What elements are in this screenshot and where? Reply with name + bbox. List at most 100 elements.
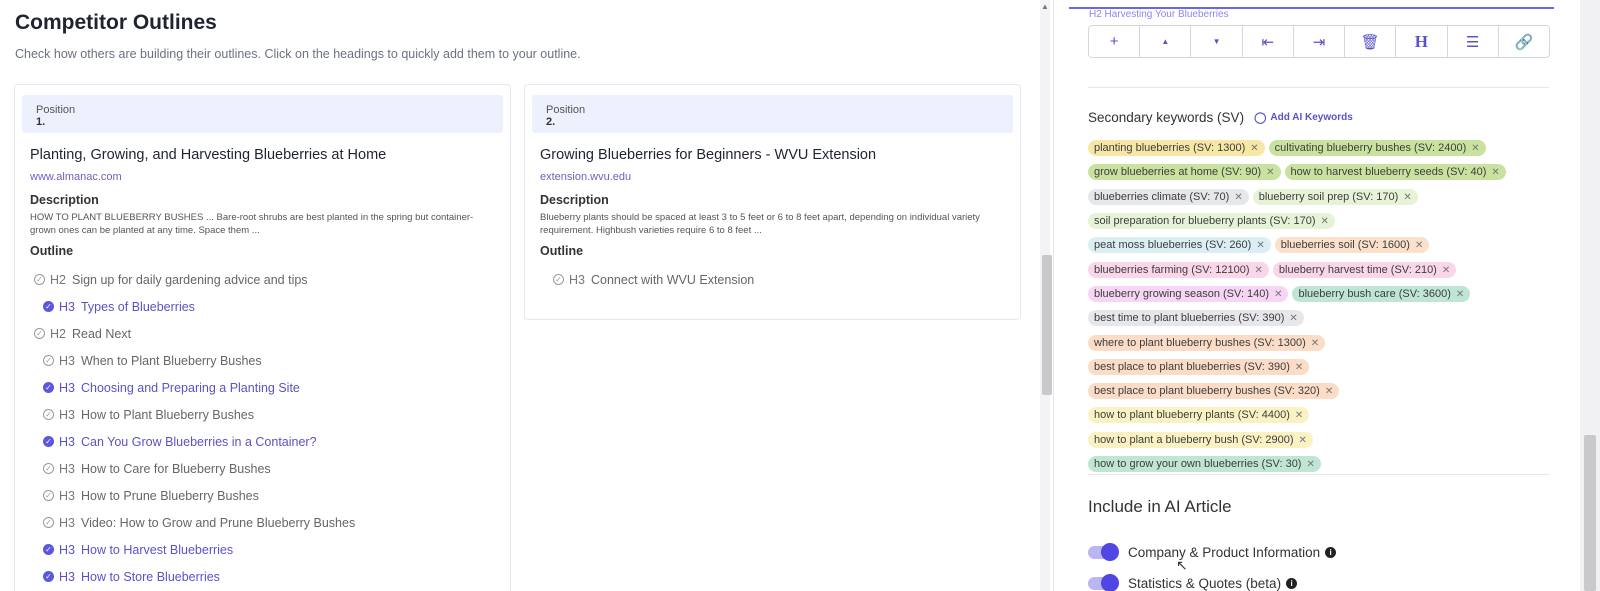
remove-tag-icon[interactable]: ✕ [1442,265,1450,276]
toggle-switch[interactable] [1088,543,1119,561]
remove-tag-icon[interactable]: ✕ [1306,459,1314,470]
keyword-tag[interactable]: grow blueberries at home (SV: 90) ✕ [1088,164,1281,181]
keyword-tag[interactable]: blueberries farming (SV: 12100) ✕ [1088,261,1269,278]
keyword-text: blueberry harvest time (SV: 210) [1278,263,1437,276]
toggle-switch[interactable] [1088,574,1119,591]
remove-tag-icon[interactable]: ✕ [1311,338,1319,349]
competitor-url[interactable]: www.almanac.com [30,171,510,183]
outline-heading[interactable]: ✓ H2 Sign up for daily gardening advice an… [15,266,510,293]
check-circle-filled-icon[interactable]: ✓ [43,544,54,555]
heading-text: Choosing and Preparing a Planting Site [80,380,300,395]
list-button[interactable]: ☰ [1448,26,1499,57]
check-circle-outline-icon[interactable]: ✓ [34,274,45,285]
scroll-up-arrow-icon[interactable]: ▲ [1041,2,1049,11]
remove-tag-icon[interactable]: ✕ [1299,435,1307,446]
check-circle-filled-icon[interactable]: ✓ [43,436,54,447]
keyword-text: planting blueberries (SV: 1300) [1094,142,1246,155]
check-circle-outline-icon[interactable]: ✓ [34,328,45,339]
remove-tag-icon[interactable]: ✕ [1256,240,1264,251]
keyword-tag[interactable]: blueberry growing season (SV: 140) ✕ [1088,285,1289,302]
keyword-tag[interactable]: how to plant a blueberry bush (SV: 2900)… [1088,431,1313,448]
check-circle-outline-icon[interactable]: ✓ [43,409,54,420]
outline-heading[interactable]: ✓ H3 How to Prune Blueberry Bushes [15,482,510,509]
outline-heading[interactable]: ✓ H3 When to Plant Blueberry Bushes [15,347,510,374]
remove-tag-icon[interactable]: ✕ [1234,192,1242,203]
check-circle-filled-icon[interactable]: ✓ [43,571,54,582]
keyword-tag[interactable]: best place to plant blueberry bushes (SV… [1088,383,1340,400]
keyword-tag[interactable]: soil preparation for blueberry plants (S… [1088,213,1335,230]
outline-heading[interactable]: ✓ H3 Video: How to Grow and Prune Blueberr… [15,509,510,536]
remove-tag-icon[interactable]: ✕ [1266,167,1274,178]
move-up-button[interactable]: ▲ [1140,26,1192,57]
outdent-button[interactable]: ⇤ [1243,26,1294,57]
keyword-tag[interactable]: blueberry bush care (SV: 3600) ✕ [1292,285,1471,302]
move-down-icon: ▼ [1212,37,1221,46]
toggle-statistics[interactable]: Statistics & Quotes (beta) i [1088,574,1298,591]
remove-tag-icon[interactable]: ✕ [1415,240,1423,251]
check-circle-filled-icon[interactable]: ✓ [43,301,54,312]
outline-heading[interactable]: ✓ H3 Connect with WVU Extension [525,266,1020,293]
keyword-text: blueberry bush care (SV: 3600) [1298,287,1451,300]
keyword-tag[interactable]: where to plant blueberry bushes (SV: 130… [1088,334,1326,351]
check-circle-outline-icon[interactable]: ✓ [553,274,564,285]
plus-button[interactable]: + [1089,26,1141,57]
remove-tag-icon[interactable]: ✕ [1250,143,1258,154]
keyword-tag[interactable]: blueberries climate (SV: 70) ✕ [1088,188,1249,205]
heading-button[interactable]: H [1396,26,1448,57]
scrollbar-thumb[interactable] [1042,255,1052,395]
keyword-tag[interactable]: planting blueberries (SV: 1300) ✕ [1088,140,1265,157]
remove-tag-icon[interactable]: ✕ [1456,289,1464,300]
trash-button[interactable]: 🗑 [1345,26,1397,57]
check-circle-outline-icon[interactable]: ✓ [43,463,54,474]
remove-tag-icon[interactable]: ✕ [1274,289,1282,300]
toggle-company-info[interactable]: Company & Product Information i [1088,543,1337,561]
check-circle-filled-icon[interactable]: ✓ [43,382,54,393]
remove-tag-icon[interactable]: ✕ [1295,362,1303,373]
check-circle-outline-icon[interactable]: ✓ [43,490,54,501]
check-circle-outline-icon[interactable]: ✓ [43,355,54,366]
keyword-tag[interactable]: how to grow your own blueberries (SV: 30… [1088,456,1321,472]
remove-tag-icon[interactable]: ✕ [1289,313,1297,324]
keyword-tag[interactable]: best time to plant blueberries (SV: 390)… [1088,310,1304,327]
keyword-text: blueberries soil (SV: 1600) [1280,239,1410,252]
move-down-button[interactable]: ▼ [1191,26,1243,57]
keyword-tag[interactable]: blueberry soil prep (SV: 170) ✕ [1252,188,1418,205]
outline-label: Outline [540,244,584,258]
outline-heading[interactable]: ✓ H3 Choosing and Preparing a Planting Sit… [15,374,510,401]
heading-level: H3 [59,353,75,368]
outline-heading[interactable]: ✓ H3 How to Care for Blueberry Bushes [15,455,510,482]
info-icon[interactable]: i [1286,578,1298,589]
add-ai-keywords-button[interactable]: ◯ Add AI Keywords [1254,111,1353,124]
remove-tag-icon[interactable]: ✕ [1491,167,1499,178]
remove-tag-icon[interactable]: ✕ [1471,143,1479,154]
left-scrollbar[interactable]: ▲ [1040,0,1052,591]
remove-tag-icon[interactable]: ✕ [1403,192,1411,203]
keyword-tag[interactable]: blueberry harvest time (SV: 210) ✕ [1272,261,1457,278]
remove-tag-icon[interactable]: ✕ [1321,216,1329,227]
partial-outline-heading[interactable]: H2 Harvesting Your Blueberries [1069,7,1554,21]
remove-tag-icon[interactable]: ✕ [1325,386,1333,397]
outline-heading[interactable]: ✓ H3 Types of Blueberries [15,293,510,320]
link-button[interactable]: 🔗 [1499,26,1549,57]
outline-heading[interactable]: ✓ H2 Read Next [15,320,510,347]
outline-heading[interactable]: ✓ H3 How to Harvest Blueberries [15,536,510,563]
scrollbar-thumb[interactable] [1584,435,1596,591]
keyword-tag[interactable]: cultivating blueberry bushes (SV: 2400) ✕ [1268,140,1486,157]
keyword-tag[interactable]: how to harvest blueberry seeds (SV: 40) ✕ [1284,164,1506,181]
keyword-tag[interactable]: blueberries soil (SV: 1600) ✕ [1274,237,1430,254]
outline-heading[interactable]: ✓ H3 How to Store Blueberries [15,563,510,590]
remove-tag-icon[interactable]: ✕ [1255,265,1263,276]
check-circle-outline-icon[interactable]: ✓ [43,517,54,528]
tag-row: best place to plant blueberry bushes (SV… [1088,379,1558,403]
description-label: Description [30,193,99,207]
keyword-tag[interactable]: best place to plant blueberries (SV: 390… [1088,358,1310,375]
remove-tag-icon[interactable]: ✕ [1295,410,1303,421]
indent-button[interactable]: ⇥ [1294,26,1346,57]
keyword-tag[interactable]: how to plant blueberry plants (SV: 4400)… [1088,407,1310,424]
right-scrollbar[interactable] [1580,0,1600,591]
outline-heading[interactable]: ✓ H3 Can You Grow Blueberries in a Contain… [15,428,510,455]
info-icon[interactable]: i [1325,547,1337,558]
competitor-url[interactable]: extension.wvu.edu [540,171,1020,183]
outline-heading[interactable]: ✓ H3 How to Plant Blueberry Bushes [15,401,510,428]
keyword-tag[interactable]: peat moss blueberries (SV: 260) ✕ [1088,237,1271,254]
